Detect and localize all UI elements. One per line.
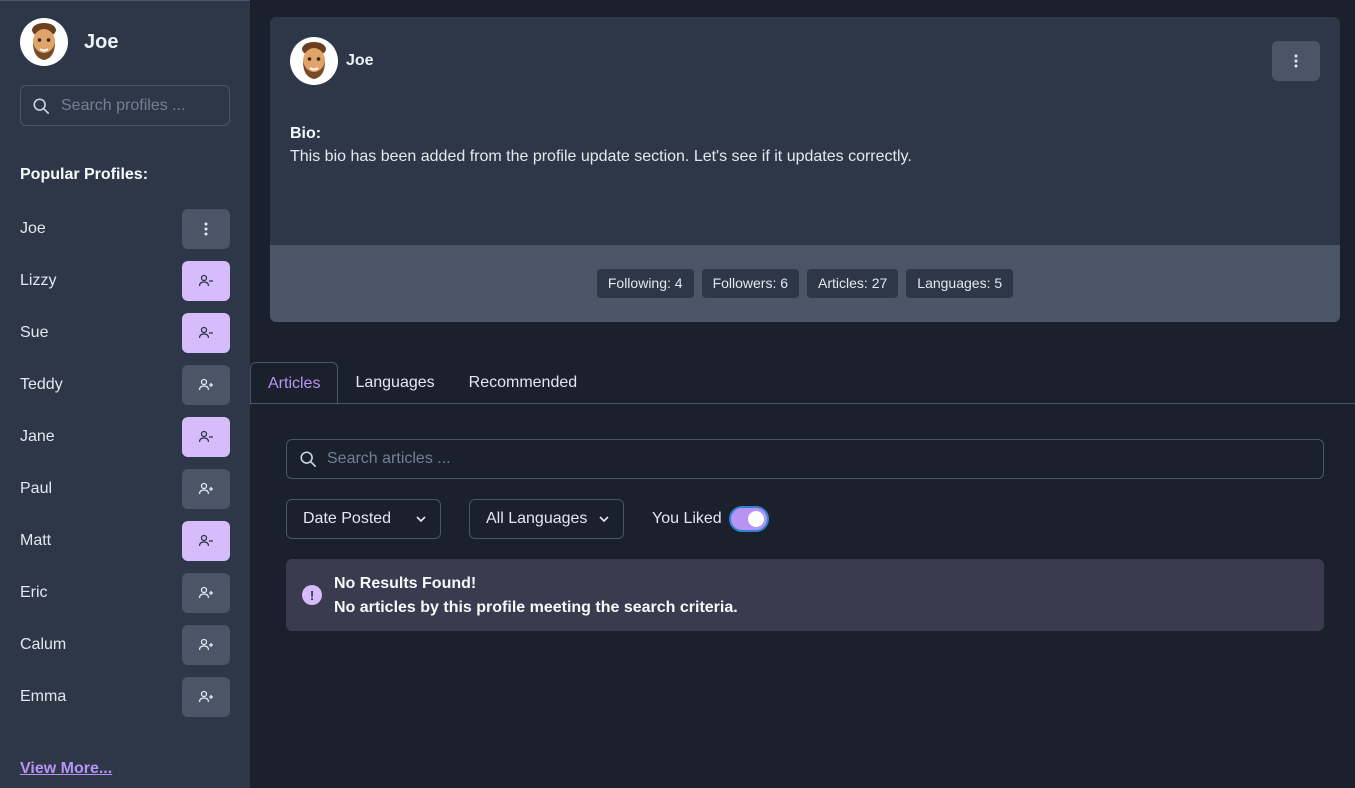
- follow-button[interactable]: [182, 365, 230, 405]
- profile-item-calum: Calum: [20, 625, 230, 665]
- profile-name[interactable]: Matt: [20, 532, 51, 550]
- alert-icon: !: [302, 585, 322, 605]
- profile-item-eric: Eric: [20, 573, 230, 613]
- stat-followers: Followers: 6: [701, 269, 800, 298]
- no-results-alert: ! No Results Found! No articles by this …: [286, 559, 1324, 631]
- profile-search-input[interactable]: [61, 96, 221, 115]
- chevron-down-icon: [599, 516, 609, 523]
- profile-search[interactable]: [20, 85, 230, 126]
- you-liked-label: You Liked: [652, 510, 722, 527]
- follow-button[interactable]: [182, 625, 230, 665]
- user-plus-icon: [198, 638, 213, 651]
- bio-text: This bio has been added from the profile…: [290, 148, 912, 165]
- chevron-down-icon: [416, 516, 426, 523]
- user-plus-icon: [198, 482, 213, 495]
- stat-following: Following: 4: [596, 269, 694, 298]
- tab-articles[interactable]: Articles: [250, 362, 339, 405]
- unfollow-button[interactable]: [182, 261, 230, 301]
- tab-recommended[interactable]: Recommended: [452, 362, 595, 404]
- profile-stats: Following: 4 Followers: 6 Articles: 27 L…: [270, 245, 1340, 322]
- profile-name[interactable]: Jane: [20, 428, 55, 446]
- language-select-value: All Languages: [486, 510, 588, 527]
- avatar: [290, 37, 338, 85]
- user-plus-icon: [198, 378, 213, 391]
- profile-item-paul: Paul: [20, 469, 230, 509]
- memoji-avatar-icon: [302, 42, 326, 79]
- sort-select[interactable]: Date Posted: [286, 499, 441, 539]
- profile-item-lizzy: Lizzy: [20, 261, 230, 301]
- current-user[interactable]: Joe: [20, 18, 118, 66]
- profile-item-teddy: Teddy: [20, 365, 230, 405]
- profile-header: Joe: [290, 37, 374, 85]
- profile-card: Joe Bio: This bio has been added from th…: [270, 17, 1340, 322]
- follow-button[interactable]: [182, 677, 230, 717]
- profile-name[interactable]: Eric: [20, 584, 48, 602]
- article-search[interactable]: [286, 439, 1324, 479]
- profile-item-sue: Sue: [20, 313, 230, 353]
- user-plus-icon: [198, 690, 213, 703]
- user-minus-icon: [198, 534, 213, 547]
- profile-name[interactable]: Lizzy: [20, 272, 56, 290]
- stat-articles: Articles: 27: [807, 269, 899, 298]
- profile-name[interactable]: Teddy: [20, 376, 63, 394]
- profile-name[interactable]: Paul: [20, 480, 52, 498]
- unfollow-button[interactable]: [182, 313, 230, 353]
- unfollow-button[interactable]: [182, 521, 230, 561]
- stat-languages: Languages: 5: [906, 269, 1014, 298]
- profile-menu-button[interactable]: [182, 209, 230, 249]
- alert-title: No Results Found!: [334, 575, 477, 592]
- search-icon: [33, 97, 50, 114]
- sort-select-value: Date Posted: [303, 510, 392, 527]
- profile-options-button[interactable]: [1272, 41, 1320, 81]
- profile-name[interactable]: Sue: [20, 324, 48, 342]
- search-icon: [300, 451, 317, 468]
- profile-item-joe: Joe: [20, 209, 230, 249]
- profile-item-matt: Matt: [20, 521, 230, 561]
- article-search-input[interactable]: [327, 450, 1227, 468]
- more-vertical-icon: [204, 222, 208, 236]
- popular-profiles-list: Joe Lizzy Sue Teddy Jane Paul Matt Eric …: [20, 209, 230, 729]
- user-minus-icon: [198, 274, 213, 287]
- bio-label: Bio:: [290, 125, 322, 142]
- memoji-avatar-icon: [32, 23, 56, 60]
- you-liked-toggle[interactable]: [729, 506, 769, 532]
- tab-languages[interactable]: Languages: [338, 362, 451, 404]
- profile-name[interactable]: Calum: [20, 636, 66, 654]
- unfollow-button[interactable]: [182, 417, 230, 457]
- more-vertical-icon: [1294, 54, 1298, 68]
- profile-tabs: Articles Languages Recommended: [250, 362, 1355, 405]
- user-minus-icon: [198, 326, 213, 339]
- follow-button[interactable]: [182, 573, 230, 613]
- profile-item-jane: Jane: [20, 417, 230, 457]
- user-plus-icon: [198, 586, 213, 599]
- profile-name[interactable]: Joe: [20, 220, 46, 238]
- language-select[interactable]: All Languages: [469, 499, 624, 539]
- user-minus-icon: [198, 430, 213, 443]
- alert-description: No articles by this profile meeting the …: [334, 599, 738, 616]
- sidebar: Joe Popular Profiles: Joe Lizzy Sue Tedd…: [0, 0, 250, 788]
- profile-name: Joe: [346, 52, 374, 69]
- toggle-knob: [748, 511, 764, 527]
- profile-item-emma: Emma: [20, 677, 230, 717]
- user-name: Joe: [84, 30, 119, 53]
- profile-name[interactable]: Emma: [20, 688, 66, 706]
- view-more-link[interactable]: View More...: [20, 760, 112, 778]
- avatar: [20, 18, 68, 66]
- popular-profiles-heading: Popular Profiles:: [20, 166, 149, 183]
- follow-button[interactable]: [182, 469, 230, 509]
